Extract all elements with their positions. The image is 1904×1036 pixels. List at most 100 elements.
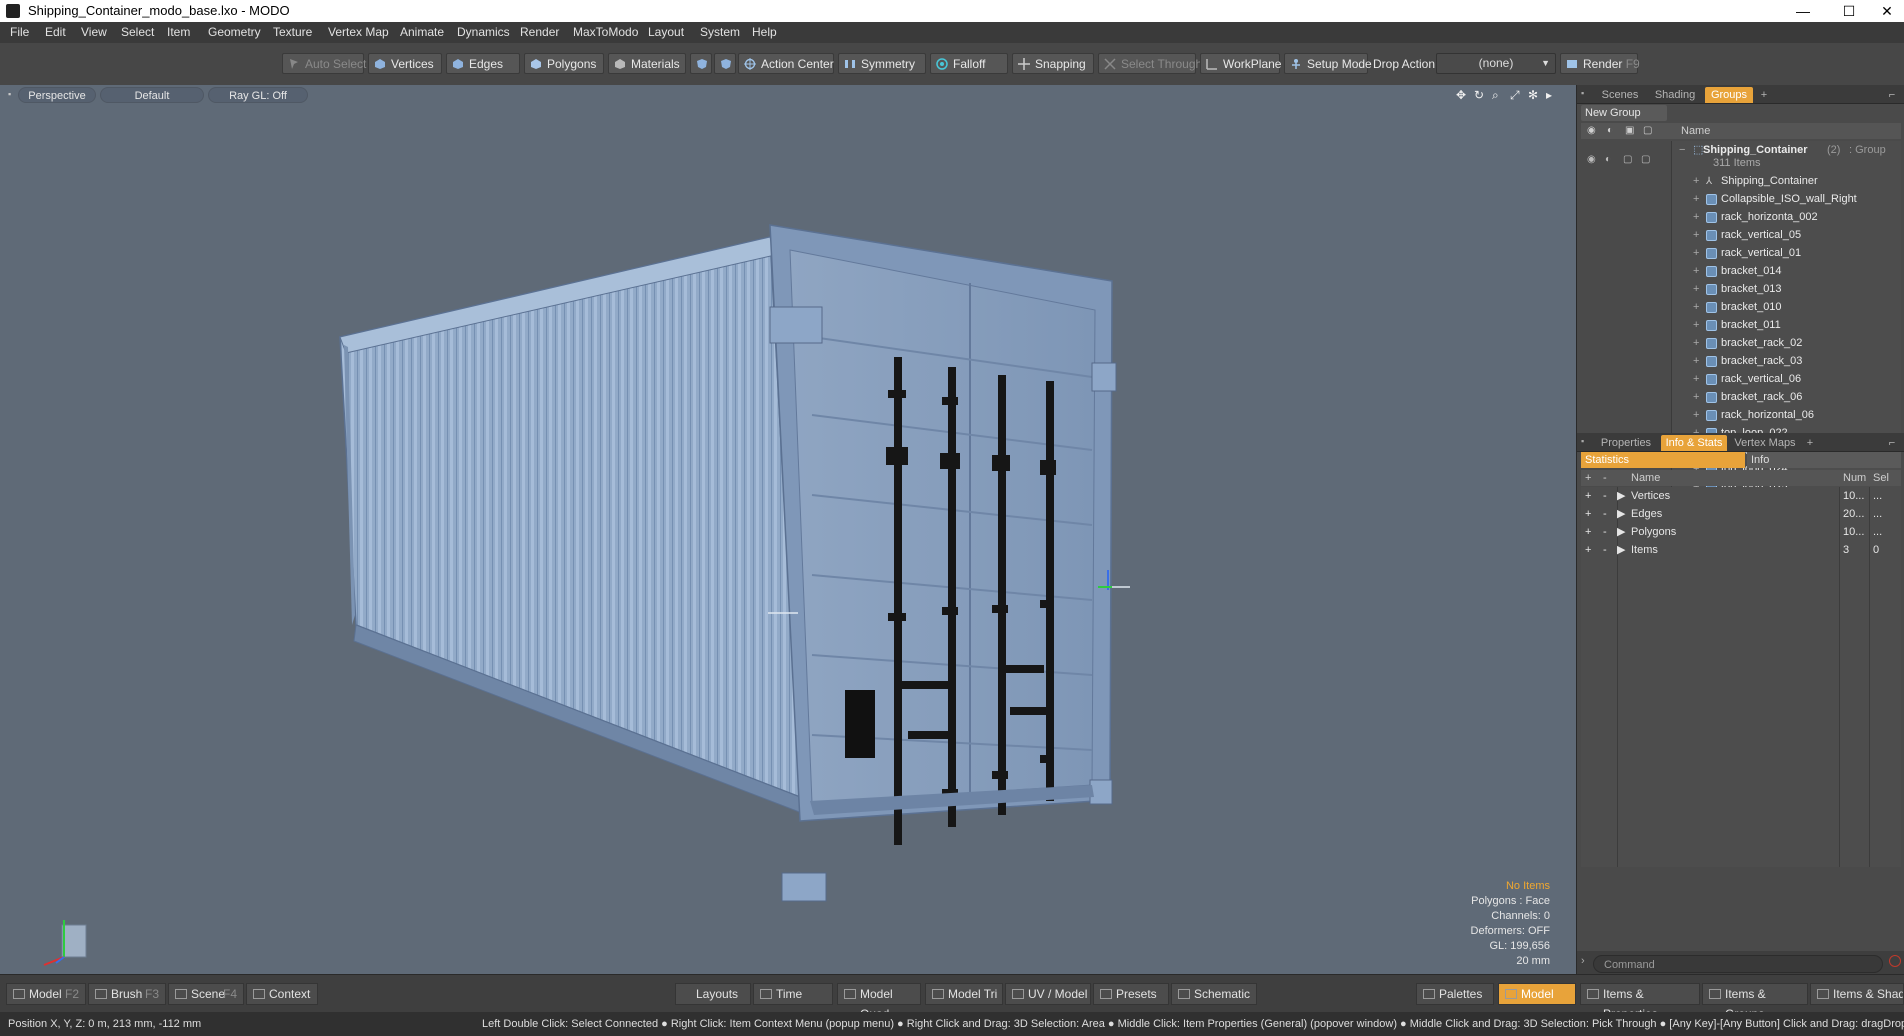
maximize-button[interactable]: ☐ [1826, 0, 1872, 22]
tree-item[interactable]: + bracket_011 [1581, 316, 1901, 334]
items-shading-button[interactable]: Items & Shading [1810, 983, 1904, 1005]
model-tri-button[interactable]: Model Tri [925, 983, 1003, 1005]
tab-vertex-maps[interactable]: Vertex Maps [1731, 435, 1799, 451]
select-through-button[interactable]: Select Through [1098, 53, 1202, 74]
select-mode-button-b[interactable] [714, 53, 736, 74]
command-input[interactable]: Command [1593, 955, 1883, 973]
stats-row[interactable]: + - ▶ Vertices 10...... [1581, 487, 1901, 505]
expand-icon[interactable]: + [1693, 370, 1699, 388]
tab-groups[interactable]: Groups [1705, 87, 1753, 103]
snapping-button[interactable]: Snapping [1012, 53, 1094, 74]
stats-row[interactable]: + - ▶ Polygons 10...... [1581, 523, 1901, 541]
minimize-button[interactable]: — [1780, 0, 1826, 22]
menu-texture[interactable]: Texture [273, 25, 312, 39]
render-button[interactable]: Render F9 [1560, 53, 1640, 74]
schematic-button[interactable]: Schematic [1171, 983, 1257, 1005]
close-button[interactable]: ✕ [1870, 0, 1904, 22]
expand-arrow-icon[interactable]: ▶ [1617, 505, 1625, 523]
menu-help[interactable]: Help [752, 25, 777, 39]
menu-system[interactable]: System [700, 25, 740, 39]
menu-animate[interactable]: Animate [400, 25, 444, 39]
auto-select-button[interactable]: Auto Select [282, 53, 366, 74]
stats-row[interactable]: + - ▶ Items 3 0 [1581, 541, 1901, 559]
command-record-icon[interactable] [1889, 955, 1901, 967]
expand-icon[interactable]: + [1693, 280, 1699, 298]
select-mode-button-a[interactable] [690, 53, 712, 74]
expand-icon[interactable]: + [1693, 388, 1699, 406]
menu-render[interactable]: Render [520, 25, 559, 39]
tree-item[interactable]: + rack_vertical_06 [1581, 370, 1901, 388]
stats-row[interactable]: + - ▶ Edges 20...... [1581, 505, 1901, 523]
tree-item[interactable]: + rack_horizonta_002 [1581, 208, 1901, 226]
context-layout-button[interactable]: Context [246, 983, 318, 1005]
menu-file[interactable]: File [10, 25, 29, 39]
model-active-button[interactable]: Model [1498, 983, 1576, 1005]
expand-icon[interactable]: + [1693, 316, 1699, 334]
setup-mode-button[interactable]: Setup Mode [1284, 53, 1372, 74]
add-stat-icon[interactable]: + [1585, 541, 1591, 559]
time-button[interactable]: Time [753, 983, 833, 1005]
expand-icon[interactable]: + [1693, 262, 1699, 280]
tree-item[interactable]: + bracket_010 [1581, 298, 1901, 316]
tree-item[interactable]: + rack_vertical_05 [1581, 226, 1901, 244]
drop-action-select[interactable]: (none) ▼ [1436, 53, 1556, 74]
vertices-button[interactable]: Vertices [368, 53, 442, 74]
expand-icon[interactable]: + [1693, 244, 1699, 262]
layouts-button[interactable]: Layouts [675, 983, 751, 1005]
menu-vertex-map[interactable]: Vertex Map [328, 25, 389, 39]
add-stat-icon[interactable]: + [1585, 487, 1591, 505]
model-layout-button[interactable]: Model F2 [6, 983, 86, 1005]
uv-model-button[interactable]: UV / Model [1005, 983, 1091, 1005]
expand-icon[interactable]: + [1693, 172, 1699, 190]
expand-all-icon[interactable]: + [1585, 470, 1591, 486]
tree-item[interactable]: + bracket_013 [1581, 280, 1901, 298]
expand-icon[interactable]: + [1693, 334, 1699, 352]
add-stat-icon[interactable]: + [1585, 523, 1591, 541]
expand-arrow-icon[interactable]: ▶ [1617, 523, 1625, 541]
remove-stat-icon[interactable]: - [1603, 487, 1607, 505]
menu-view[interactable]: View [81, 25, 107, 39]
expand-icon[interactable]: + [1693, 298, 1699, 316]
expand-props-icon[interactable]: ⌐ [1885, 435, 1899, 451]
tree-item[interactable]: + bracket_014 [1581, 262, 1901, 280]
expand-icon[interactable]: + [1693, 190, 1699, 208]
new-group-button[interactable]: New Group [1581, 105, 1667, 121]
add-props-tab-plus-icon[interactable]: + [1803, 435, 1817, 451]
collapse-all-icon[interactable]: - [1603, 470, 1607, 486]
remove-stat-icon[interactable]: - [1603, 505, 1607, 523]
add-stat-icon[interactable]: + [1585, 505, 1591, 523]
falloff-button[interactable]: Falloff [930, 53, 1008, 74]
materials-button[interactable]: Materials [608, 53, 686, 74]
tree-item[interactable]: + bracket_rack_02 [1581, 334, 1901, 352]
menu-maxtomodo[interactable]: MaxToModo [573, 25, 638, 39]
tree-item[interactable]: + bracket_rack_06 [1581, 388, 1901, 406]
scene-layout-button[interactable]: Scene F4 [168, 983, 244, 1005]
menu-dynamics[interactable]: Dynamics [457, 25, 510, 39]
tab-shading[interactable]: Shading [1649, 87, 1701, 103]
tab-info-stats[interactable]: Info & Stats [1661, 435, 1727, 451]
action-center-button[interactable]: Action Center [738, 53, 834, 74]
tree-item[interactable]: + Collapsible_ISO_wall_Right [1581, 190, 1901, 208]
menu-layout[interactable]: Layout [648, 25, 684, 39]
model-quad-button[interactable]: Model Quad [837, 983, 921, 1021]
subtab-info[interactable]: Info [1747, 452, 1901, 468]
tree-item[interactable]: + rack_vertical_01 [1581, 244, 1901, 262]
items-groups-button[interactable]: Items & Groups [1702, 983, 1808, 1021]
tab-properties[interactable]: Properties [1595, 435, 1657, 451]
remove-stat-icon[interactable]: - [1603, 523, 1607, 541]
items-properties-button[interactable]: Items & Properties [1580, 983, 1700, 1021]
subtab-statistics[interactable]: Statistics [1581, 452, 1745, 468]
symmetry-button[interactable]: Symmetry [838, 53, 926, 74]
3d-viewport[interactable]: ▪ Perspective Default Ray GL: Off ✥ ↻ ⌕ … [0, 85, 1577, 974]
edges-button[interactable]: Edges [446, 53, 520, 74]
expand-panel-icon[interactable]: ⌐ [1885, 87, 1899, 103]
menu-select[interactable]: Select [121, 25, 154, 39]
panel-menu-icon[interactable]: ▪ [1581, 88, 1584, 98]
brush-layout-button[interactable]: Brush F3 [88, 983, 166, 1005]
presets-button[interactable]: Presets [1093, 983, 1169, 1005]
polygons-button[interactable]: Polygons [524, 53, 604, 74]
expand-arrow-icon[interactable]: ▶ [1617, 487, 1625, 505]
props-menu-icon[interactable]: ▪ [1581, 436, 1584, 446]
menu-edit[interactable]: Edit [45, 25, 66, 39]
expand-icon[interactable]: + [1693, 208, 1699, 226]
